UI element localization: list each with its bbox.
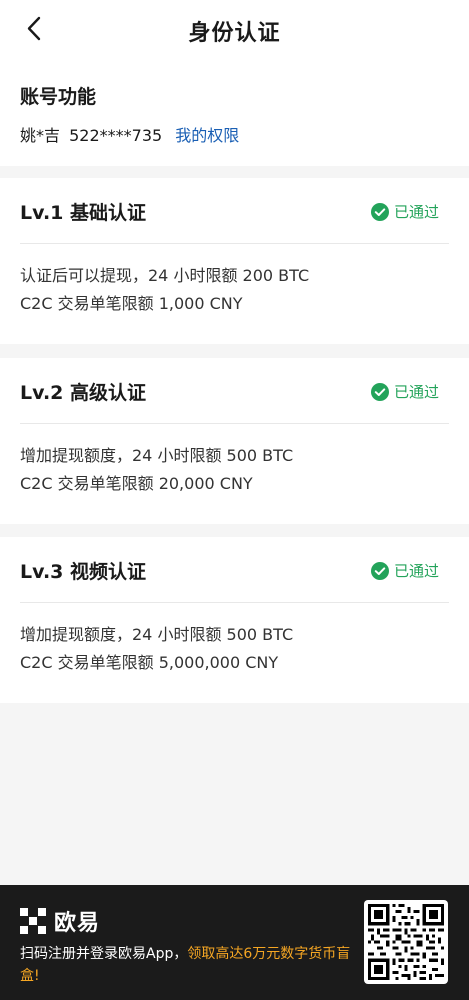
identity-verification-page: 身份认证 账号功能 姚*吉 522****735 我的权限 Lv.1 基础认证 … (0, 0, 469, 1000)
header: 身份认证 (0, 0, 469, 60)
masked-phone: 522****735 (69, 126, 163, 145)
account-info: 姚*吉 522****735 我的权限 (20, 122, 239, 146)
level-title: Lv.3 视频认证 (20, 561, 146, 583)
level-card-1[interactable]: Lv.1 基础认证 已通过 认证后可以提现，24 小时限额 200 BTC C2… (0, 178, 469, 344)
level-description: 认证后可以提现，24 小时限额 200 BTC (20, 266, 310, 285)
level-description: C2C 交易单笔限额 1,000 CNY (20, 294, 243, 313)
divider (20, 602, 449, 603)
status-text: 已通过 (393, 383, 439, 401)
status-text: 已通过 (393, 562, 439, 580)
status-text: 已通过 (393, 203, 439, 221)
check-circle-icon (370, 202, 389, 221)
status-badge: 已通过 (370, 201, 439, 222)
divider (20, 243, 449, 244)
level-card-3[interactable]: Lv.3 视频认证 已通过 增加提现额度，24 小时限额 500 BTC C2C… (0, 537, 469, 703)
qr-code-icon (368, 904, 444, 980)
okx-logo-icon (20, 908, 46, 934)
brand-logo: 欧易 (20, 905, 100, 937)
level-title: Lv.1 基础认证 (20, 202, 146, 224)
promo-text-prefix: 扫码注册并登录欧易App， (20, 946, 188, 962)
page-title: 身份认证 (188, 21, 281, 46)
level-card-2[interactable]: Lv.2 高级认证 已通过 增加提现额度，24 小时限额 500 BTC C2C… (0, 358, 469, 524)
level-description: 增加提现额度，24 小时限额 500 BTC (20, 625, 294, 644)
status-badge: 已通过 (370, 381, 439, 402)
level-title: Lv.2 高级认证 (20, 382, 146, 404)
level-description: 增加提现额度，24 小时限额 500 BTC (20, 446, 294, 465)
divider (20, 423, 449, 424)
brand-name: 欧易 (54, 911, 101, 936)
user-name: 姚*吉 (20, 126, 61, 145)
account-heading: 账号功能 (20, 86, 97, 108)
status-badge: 已通过 (370, 560, 439, 581)
my-permissions-link[interactable]: 我的权限 (175, 126, 239, 145)
account-section: 账号功能 姚*吉 522****735 我的权限 (0, 60, 469, 166)
download-qr-code (364, 900, 448, 984)
level-description: C2C 交易单笔限额 5,000,000 CNY (20, 653, 279, 672)
promo-text: 扫码注册并登录欧易App，领取高达6万元数字货币盲盒! (20, 943, 360, 987)
check-circle-icon (370, 561, 389, 580)
check-circle-icon (370, 382, 389, 401)
level-description: C2C 交易单笔限额 20,000 CNY (20, 474, 253, 493)
